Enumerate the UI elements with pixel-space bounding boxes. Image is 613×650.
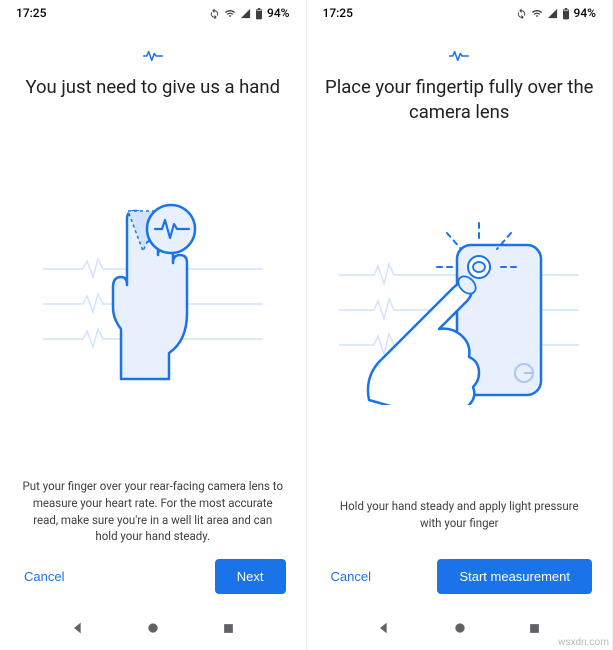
cancel-button[interactable]: Cancel xyxy=(327,561,375,592)
description-text: Put your finger over your rear-facing ca… xyxy=(0,478,306,545)
onboarding-screen-1: 17:25 94% You just need to give us a han… xyxy=(0,0,307,650)
orientation-lock-icon xyxy=(516,6,527,20)
button-row: Cancel Start measurement xyxy=(307,545,613,610)
onboarding-screen-2: 17:25 94% Place your fingertip fully ove… xyxy=(307,0,613,650)
next-button[interactable]: Next xyxy=(215,559,286,594)
wifi-icon xyxy=(531,6,543,20)
status-battery-text: 94% xyxy=(267,6,289,20)
cancel-button[interactable]: Cancel xyxy=(20,561,68,592)
status-right: 94% xyxy=(209,6,289,20)
nav-back-icon[interactable] xyxy=(70,620,86,640)
battery-icon xyxy=(562,6,570,20)
pulse-icon xyxy=(307,48,613,67)
navigation-bar xyxy=(0,610,306,650)
start-measurement-button[interactable]: Start measurement xyxy=(437,559,592,594)
watermark: wsxdn.com xyxy=(558,637,609,648)
page-title: Place your fingertip fully over the came… xyxy=(307,75,613,125)
status-bar: 17:25 94% xyxy=(307,0,613,22)
nav-recent-icon[interactable] xyxy=(527,621,542,640)
pulse-icon xyxy=(0,48,306,67)
orientation-lock-icon xyxy=(209,6,220,20)
signal-icon xyxy=(547,6,558,20)
illustration-hand xyxy=(0,100,306,478)
nav-home-icon[interactable] xyxy=(145,620,161,640)
page-title: You just need to give us a hand xyxy=(0,75,306,100)
status-battery-text: 94% xyxy=(574,6,596,20)
nav-home-icon[interactable] xyxy=(452,620,468,640)
nav-recent-icon[interactable] xyxy=(221,621,236,640)
nav-back-icon[interactable] xyxy=(376,620,392,640)
status-time: 17:25 xyxy=(323,6,353,20)
battery-icon xyxy=(255,6,263,20)
signal-icon xyxy=(240,6,251,20)
illustration-phone-finger xyxy=(307,125,613,485)
status-right: 94% xyxy=(516,6,596,20)
description-text: Hold your hand steady and apply light pr… xyxy=(307,485,613,545)
button-row: Cancel Next xyxy=(0,545,306,610)
wifi-icon xyxy=(224,6,236,20)
status-bar: 17:25 94% xyxy=(0,0,306,22)
status-time: 17:25 xyxy=(16,6,46,20)
